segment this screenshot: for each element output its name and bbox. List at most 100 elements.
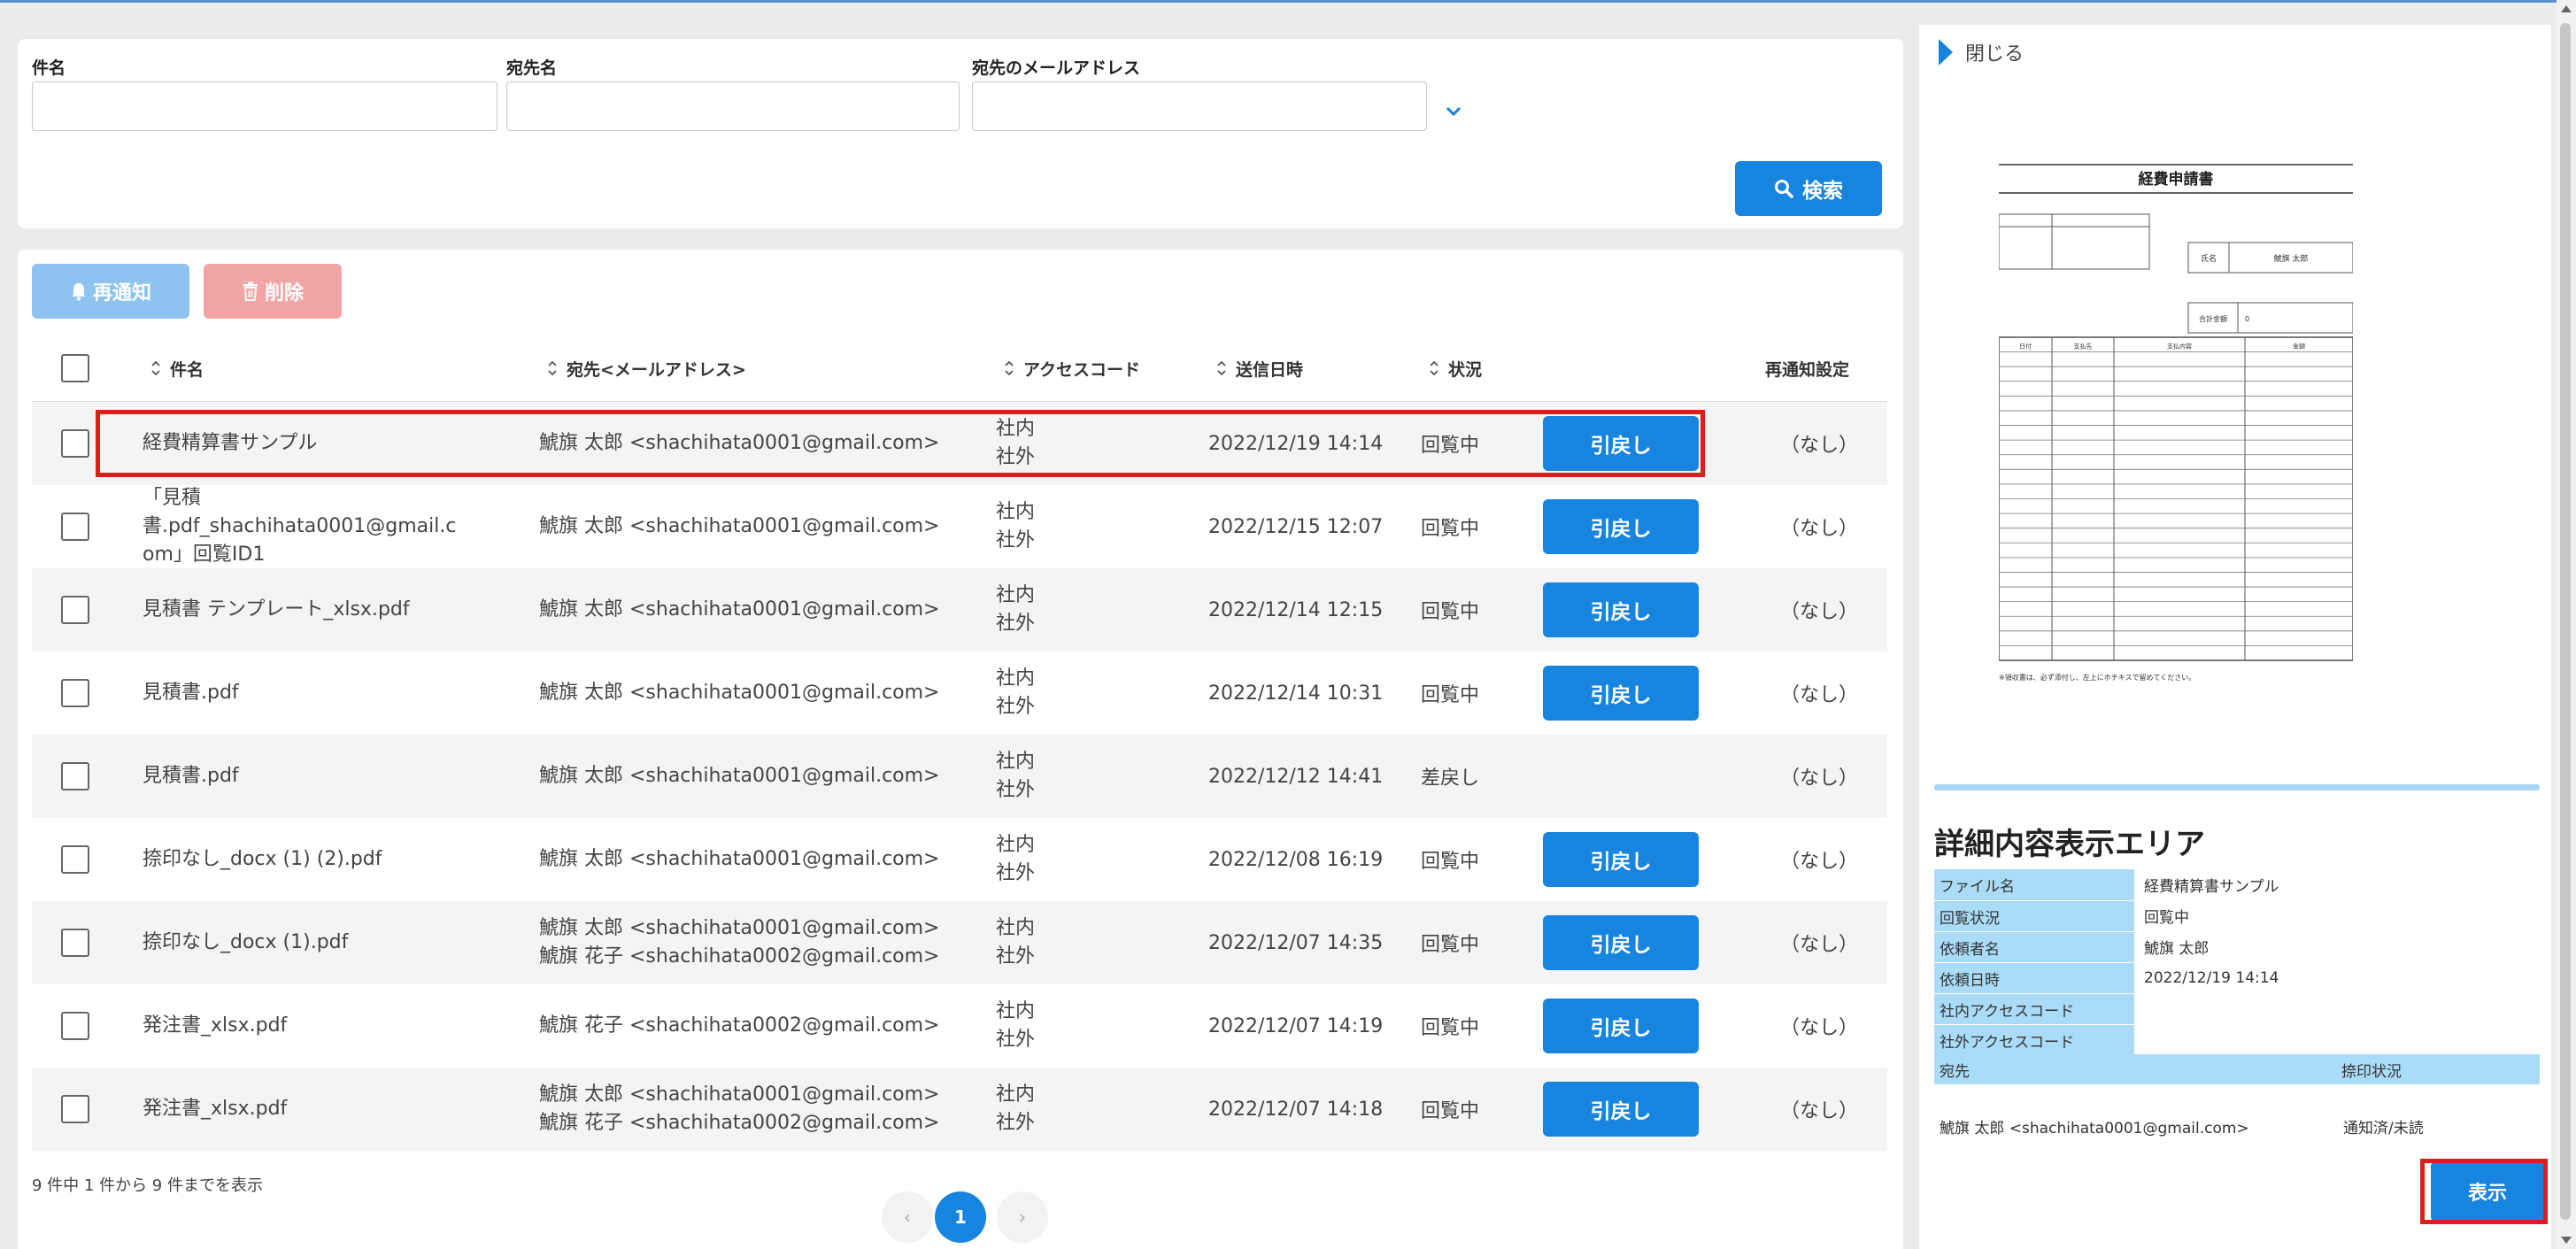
row-sent-date: 2022/12/08 16:19 xyxy=(1208,848,1384,871)
row-destination-line: 鯱旗 太郎 <shachihata0001@gmail.com> xyxy=(539,917,940,939)
row-checkbox[interactable] xyxy=(61,513,89,541)
table-row[interactable]: 見積書.pdf 鯱旗 太郎 <shachihata0001@gmail.com> 社… xyxy=(32,735,1887,818)
row-destination-line: 鯱旗 太郎 <shachihata0001@gmail.com> xyxy=(539,682,940,704)
preview-total-label: 合計金額 xyxy=(2199,314,2227,323)
row-access-code-line: 社外 xyxy=(996,1112,1036,1134)
row-checkbox[interactable] xyxy=(61,1012,89,1040)
list-panel: 再通知 削除 件名 宛先<メールアドレス> アクセスコード 送信日時 状況 再通… xyxy=(18,250,1903,1249)
row-checkbox[interactable] xyxy=(61,845,89,874)
row-renotify-setting: （なし） xyxy=(1780,435,1859,457)
row-recall-cell: 引戻し xyxy=(1543,901,1699,984)
select-all-checkbox[interactable] xyxy=(61,354,89,382)
row-access-code: 社内 社外 xyxy=(996,984,1035,1068)
row-recall-cell: 引戻し xyxy=(1543,984,1699,1068)
scrollbar-thumb[interactable] xyxy=(2560,23,2571,1220)
table-row[interactable]: 発注書_xlsx.pdf 鯱旗 太郎 <shachihata0001@gmail.… xyxy=(32,1068,1887,1151)
pagination-prev[interactable]: ‹ xyxy=(882,1191,933,1243)
row-subject-line: 捺印なし_docx (1).pdf xyxy=(143,931,349,953)
pagination-page-1[interactable]: 1 xyxy=(935,1191,986,1243)
th-subject[interactable]: 件名 xyxy=(150,335,204,402)
row-access-code-line: 社内 xyxy=(996,501,1036,523)
detail-field-label: 社内アクセスコード xyxy=(1934,993,2134,1024)
recall-button[interactable]: 引戻し xyxy=(1543,416,1699,471)
scroll-down-arrow[interactable] xyxy=(2561,1237,2572,1244)
row-access-code: 社内 社外 xyxy=(996,1068,1035,1151)
row-status: 回覧中 xyxy=(1421,934,1480,956)
row-status: 回覧中 xyxy=(1421,851,1480,873)
table-row[interactable]: 捺印なし_docx (1).pdf 鯱旗 太郎 <shachihata0001@g… xyxy=(32,901,1887,984)
renotify-button[interactable]: 再通知 xyxy=(32,264,189,319)
recall-button[interactable]: 引戻し xyxy=(1543,666,1699,721)
delete-label: 削除 xyxy=(264,282,304,305)
trash-icon xyxy=(243,281,258,301)
table-row[interactable]: 見積書 テンプレート_xlsx.pdf 鯱旗 太郎 <shachihata0001… xyxy=(32,568,1887,651)
row-access-code-line: 社外 xyxy=(996,1029,1036,1051)
sort-icon xyxy=(548,360,557,376)
delete-button[interactable]: 削除 xyxy=(204,264,342,319)
row-checkbox[interactable] xyxy=(61,1095,89,1123)
preview-col-header: 日付 xyxy=(2019,343,2032,351)
row-checkbox[interactable] xyxy=(61,679,89,707)
row-subject: 見積書.pdf xyxy=(143,735,505,818)
th-status[interactable]: 状況 xyxy=(1429,335,1482,402)
subject-input[interactable] xyxy=(32,81,497,131)
table-row[interactable]: 発注書_xlsx.pdf 鯱旗 花子 <shachihata0002@gmail.… xyxy=(32,984,1887,1068)
row-status: 回覧中 xyxy=(1421,435,1480,457)
table-row[interactable]: 捺印なし_docx (1) (2).pdf 鯱旗 太郎 <shachihata00… xyxy=(32,818,1887,901)
scroll-up-arrow[interactable] xyxy=(2561,5,2572,12)
row-access-code: 社内 社外 xyxy=(996,818,1035,901)
row-destination: 鯱旗 太郎 <shachihata0001@gmail.com> 鯱旗 花子 <s… xyxy=(539,901,982,984)
table-row[interactable]: 経費精算書サンプル 鯱旗 太郎 <shachihata0001@gmail.com… xyxy=(32,402,1887,485)
row-recall-cell: 引戻し xyxy=(1543,568,1699,651)
pagination-summary: 9 件中 1 件から 9 件までを表示 xyxy=(32,1176,263,1195)
search-button[interactable]: 検索 xyxy=(1735,161,1882,216)
row-destination: 鯱旗 太郎 <shachihata0001@gmail.com> xyxy=(539,568,982,651)
row-subject-line: 発注書_xlsx.pdf xyxy=(143,1014,288,1037)
detail-field-label: 依頼日時 xyxy=(1934,962,2134,993)
recall-button[interactable]: 引戻し xyxy=(1543,499,1699,554)
row-subject-line: 見積書.pdf xyxy=(143,765,239,787)
row-subject-line: 捺印なし_docx (1) (2).pdf xyxy=(143,848,382,870)
row-renotify-setting: （なし） xyxy=(1780,684,1859,706)
recall-button[interactable]: 引戻し xyxy=(1543,582,1699,637)
row-renotify-setting: （なし） xyxy=(1780,1100,1859,1122)
dest-email-input[interactable] xyxy=(972,81,1427,131)
sort-icon xyxy=(1430,360,1438,376)
recall-button[interactable]: 引戻し xyxy=(1543,915,1699,970)
row-checkbox[interactable] xyxy=(61,429,89,458)
recall-button[interactable]: 引戻し xyxy=(1543,832,1699,887)
preview-note: ※領収書は、必ず添付し、左上にホチキスで留めてください。 xyxy=(1999,673,2195,682)
document-preview: 経費申請書 氏名 鯱旗 太郎 合計金額 0 日付 支払先 支払内容 金額 ※領収書は、… xyxy=(1999,164,2353,682)
th-sent-date-label: 送信日時 xyxy=(1236,359,1304,380)
row-status: 回覧中 xyxy=(1421,518,1480,540)
row-checkbox[interactable] xyxy=(61,929,89,957)
th-subject-label: 件名 xyxy=(170,359,204,380)
dest-name-input[interactable] xyxy=(506,81,960,131)
close-detail-button[interactable]: 閉じる xyxy=(1937,37,2024,67)
table-row[interactable]: 「見積書.pdf_shachihata0001@gmail.c om」回覧ID1 鯱… xyxy=(32,485,1887,568)
row-access-code-line: 社内 xyxy=(996,751,1036,773)
dest-header-label: 宛先 xyxy=(1940,1062,1970,1081)
th-sent-date[interactable]: 送信日時 xyxy=(1216,335,1303,402)
row-destination: 鯱旗 太郎 <shachihata0001@gmail.com> xyxy=(539,402,982,485)
row-checkbox[interactable] xyxy=(61,596,89,624)
table-header: 件名 宛先<メールアドレス> アクセスコード 送信日時 状況 再通知設定 xyxy=(32,335,1887,402)
recall-button[interactable]: 引戻し xyxy=(1543,1082,1699,1137)
row-subject: 捺印なし_docx (1).pdf xyxy=(143,901,505,984)
sort-icon xyxy=(151,360,160,376)
row-sent-date: 2022/12/14 12:15 xyxy=(1208,598,1384,621)
detail-field-value: 2022/12/19 14:14 xyxy=(2144,968,2279,987)
table-row[interactable]: 見積書.pdf 鯱旗 太郎 <shachihata0001@gmail.com> 社… xyxy=(32,651,1887,735)
search-icon xyxy=(1775,180,1793,198)
row-access-code-line: 社内 xyxy=(996,834,1036,856)
th-renotify: 再通知設定 xyxy=(1765,335,1849,402)
th-access-code[interactable]: アクセスコード xyxy=(1004,335,1140,402)
pagination-next[interactable]: › xyxy=(997,1191,1048,1243)
row-destination: 鯱旗 太郎 <shachihata0001@gmail.com> xyxy=(539,818,982,901)
chevron-down-icon[interactable] xyxy=(1445,103,1462,120)
row-checkbox[interactable] xyxy=(61,762,89,790)
row-access-code-line: 社外 xyxy=(996,945,1036,968)
recall-button[interactable]: 引戻し xyxy=(1543,998,1699,1053)
th-destination[interactable]: 宛先<メールアドレス> xyxy=(547,335,746,402)
row-destination: 鯱旗 太郎 <shachihata0001@gmail.com> xyxy=(539,735,982,818)
